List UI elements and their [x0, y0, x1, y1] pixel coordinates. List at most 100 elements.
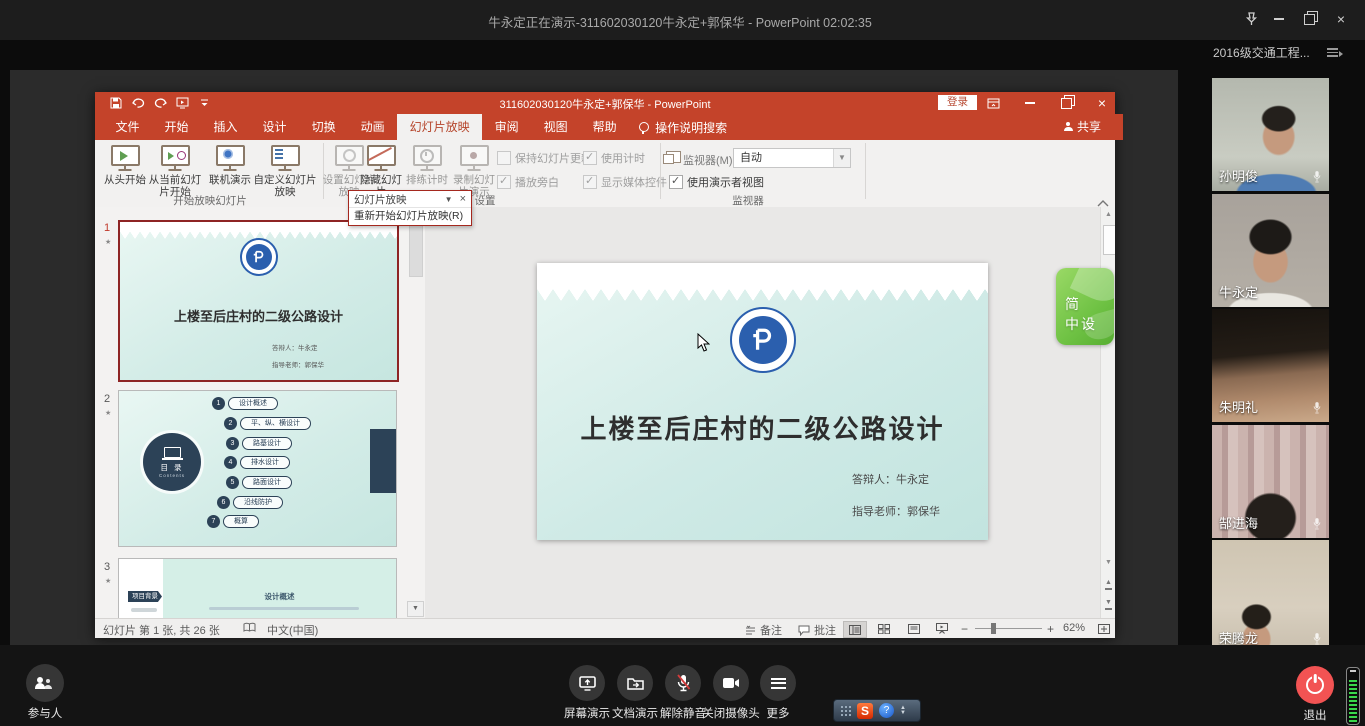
- group-separator: [865, 143, 866, 199]
- mic-icon: [1312, 401, 1322, 415]
- chevron-down-icon[interactable]: ▼: [445, 195, 453, 204]
- drag-handle-icon[interactable]: [840, 705, 851, 717]
- play-screen-icon: [161, 145, 190, 166]
- restore-button[interactable]: [1298, 10, 1320, 28]
- tab-transitions[interactable]: 切换: [299, 114, 348, 140]
- start-slideshow-icon[interactable]: [173, 95, 191, 111]
- checkbox-icon: [497, 151, 511, 165]
- undo-icon[interactable]: [129, 95, 147, 111]
- tab-slideshow[interactable]: 幻灯片放映: [397, 114, 482, 140]
- keep-slides-updated-checkbox[interactable]: 保持幻灯片更新: [497, 150, 592, 166]
- zoom-slider-thumb[interactable]: [991, 623, 996, 634]
- current-slide[interactable]: 上楼至后庄村的二级公路设计 答辩人：牛永定 指导老师：郭保华: [537, 263, 988, 540]
- zoom-in-button[interactable]: +: [1047, 622, 1054, 636]
- presenter-line: 答辩人：牛永定: [852, 471, 929, 487]
- unmute-button[interactable]: [665, 665, 701, 701]
- slide-3-thumbnail[interactable]: 项目背景 设计概述: [118, 558, 397, 618]
- participant-video-5[interactable]: 荣腾龙: [1212, 540, 1329, 653]
- zoom-slider-track[interactable]: [975, 628, 1042, 629]
- comments-button[interactable]: 批注: [798, 622, 836, 638]
- doc-share-icon: [627, 676, 644, 690]
- previous-slide-button[interactable]: ▲: [1103, 579, 1114, 590]
- slide-number: 3: [104, 561, 110, 573]
- close-icon: ×: [1098, 96, 1106, 110]
- pin-icon[interactable]: [1240, 10, 1262, 28]
- reading-view-button[interactable]: [903, 621, 925, 636]
- tell-me-search[interactable]: 操作说明搜索: [639, 114, 727, 140]
- scroll-up-icon[interactable]: ▲: [1103, 211, 1114, 218]
- people-icon: [36, 677, 54, 690]
- tab-review[interactable]: 审阅: [482, 114, 531, 140]
- tab-view[interactable]: 视图: [531, 114, 580, 140]
- participant-video-4[interactable]: 郜进海: [1212, 425, 1329, 538]
- close-icon[interactable]: ×: [460, 193, 466, 205]
- ppt-restore-button[interactable]: [1053, 95, 1079, 111]
- language-indicator[interactable]: 中文(中国): [267, 622, 318, 638]
- minimize-icon: [1274, 18, 1284, 20]
- section-title: 设计概述: [163, 591, 396, 602]
- tab-home[interactable]: 开始: [152, 114, 201, 140]
- participant-video-3[interactable]: 朱明礼: [1212, 309, 1329, 422]
- normal-view-button[interactable]: [843, 621, 867, 638]
- popup-title: 幻灯片放映: [354, 192, 407, 207]
- screen-share-button[interactable]: [569, 665, 605, 701]
- participant-list-icon[interactable]: [1327, 48, 1343, 58]
- monitor-icon: [666, 151, 681, 163]
- panel-scrollbar-thumb[interactable]: [409, 221, 423, 277]
- chevron-down-icon: ▼: [833, 149, 850, 167]
- checkbox-icon: [497, 175, 511, 189]
- slide-2-thumbnail[interactable]: 目 录 Contents 1设计概述 2平、纵、横设计 3路基设计 4排水设计 …: [118, 390, 397, 547]
- ppt-close-button[interactable]: ×: [1089, 95, 1115, 111]
- record-screen-icon: [460, 145, 489, 166]
- zoom-out-button[interactable]: −: [961, 622, 968, 636]
- next-slide-button[interactable]: ▼: [1103, 599, 1114, 610]
- panel-scroll-down-button[interactable]: ▼: [407, 601, 424, 617]
- participant-video-1[interactable]: 孙明俊: [1212, 78, 1329, 191]
- person-icon: [1064, 122, 1073, 131]
- collapse-ribbon-icon[interactable]: [1096, 195, 1112, 207]
- spellcheck-icon[interactable]: [243, 622, 256, 637]
- restart-slideshow-item[interactable]: 重新开始幻灯片放映(R): [349, 208, 471, 224]
- play-narrations-checkbox[interactable]: 播放旁白: [497, 174, 559, 190]
- tab-design[interactable]: 设计: [250, 114, 299, 140]
- scrollbar-thumb[interactable]: [1103, 225, 1115, 255]
- login-button[interactable]: 登录: [938, 95, 977, 110]
- ime-expand-icon[interactable]: ▲▼: [900, 706, 906, 716]
- doc-share-button[interactable]: [617, 665, 653, 701]
- show-media-controls-checkbox[interactable]: 显示媒体控件: [583, 174, 667, 190]
- tab-animations[interactable]: 动画: [348, 114, 397, 140]
- jianzhongshe-watermark[interactable]: 简 中设: [1056, 268, 1114, 345]
- minimize-button[interactable]: [1268, 10, 1290, 28]
- scroll-down-icon[interactable]: ▼: [1103, 559, 1114, 566]
- slide-1-thumbnail[interactable]: 上楼至后庄村的二级公路设计 答辩人：牛永定 指导老师：郭保华: [118, 220, 399, 382]
- exit-button[interactable]: [1296, 666, 1334, 704]
- use-timings-checkbox[interactable]: 使用计时: [583, 150, 645, 166]
- ribbon-display-options-button[interactable]: [980, 95, 1006, 111]
- ppt-minimize-button[interactable]: [1017, 95, 1043, 111]
- fit-to-window-button[interactable]: [1093, 621, 1115, 636]
- close-button[interactable]: ×: [1330, 10, 1352, 28]
- participants-button[interactable]: [26, 664, 64, 702]
- share-button[interactable]: 共享: [1064, 118, 1101, 135]
- redo-icon[interactable]: [151, 95, 169, 111]
- tab-help[interactable]: 帮助: [580, 114, 629, 140]
- use-presenter-view-checkbox[interactable]: 使用演示者视图: [669, 174, 764, 190]
- zoom-level[interactable]: 62%: [1063, 622, 1085, 634]
- sogou-logo[interactable]: S: [857, 703, 873, 719]
- slide-sorter-view-button[interactable]: [873, 621, 895, 636]
- qat-customize-caret[interactable]: [195, 95, 213, 111]
- save-icon[interactable]: [107, 95, 125, 111]
- slideshow-view-button[interactable]: [931, 621, 953, 636]
- more-button[interactable]: [760, 665, 796, 701]
- monitor-dropdown[interactable]: 自动 ▼: [733, 148, 851, 168]
- camera-off-button[interactable]: [713, 665, 749, 701]
- tab-insert[interactable]: 插入: [201, 114, 250, 140]
- notes-button[interactable]: 备注: [745, 622, 782, 638]
- exit-label: 退出: [1275, 707, 1355, 723]
- participant-video-2[interactable]: 牛永定: [1212, 194, 1329, 307]
- ime-toolbar[interactable]: S ? ▲▼: [833, 699, 921, 722]
- tab-file[interactable]: 文件: [103, 114, 152, 140]
- help-icon[interactable]: ?: [879, 703, 894, 718]
- mic-icon: [1312, 632, 1322, 646]
- toc-emblem: 目 录 Contents: [143, 433, 201, 491]
